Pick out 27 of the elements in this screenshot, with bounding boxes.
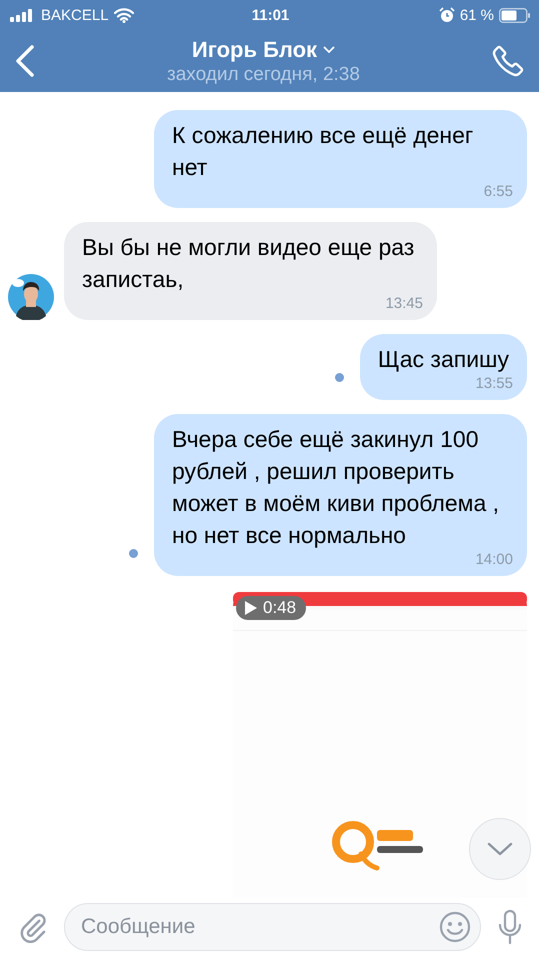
avatar[interactable] [8, 274, 54, 320]
carrier-name: BAKCELL [41, 6, 109, 24]
alarm-icon [438, 7, 455, 23]
wifi-icon [114, 8, 134, 22]
microphone-button[interactable] [497, 909, 523, 945]
emoji-icon[interactable] [439, 911, 471, 943]
battery-icon [499, 8, 532, 22]
clock: 11:01 [252, 6, 290, 24]
message-text: К сожалению все ещё денег нет [172, 121, 474, 182]
message-time: 6:55 [484, 183, 513, 201]
message-time: 13:55 [475, 375, 513, 393]
message-text: Щас запишу [378, 345, 509, 374]
back-button[interactable] [14, 44, 36, 78]
last-seen: заходил сегодня, 2:38 [167, 64, 360, 86]
phone-button[interactable] [491, 44, 525, 78]
message-text: Вчера себе ещё закинул 100 рублей , решил проверить может в моём киви проблема , но нет все нормально [172, 425, 500, 550]
contact-name[interactable]: Игорь Блок [192, 36, 318, 62]
video-duration[interactable]: 0:48 [236, 596, 306, 620]
battery-percent: 61 % [460, 6, 494, 24]
chevron-down-icon[interactable] [323, 46, 336, 54]
message-text: Вы бы не могли видео еще раз запистаь, [82, 233, 416, 294]
message-time: 13:45 [385, 295, 423, 313]
attach-button[interactable] [18, 911, 48, 943]
play-icon [244, 600, 258, 616]
chevron-down-icon [487, 842, 513, 856]
message-field[interactable]: Сообщение [64, 903, 481, 951]
message-time: 14:00 [475, 551, 513, 569]
